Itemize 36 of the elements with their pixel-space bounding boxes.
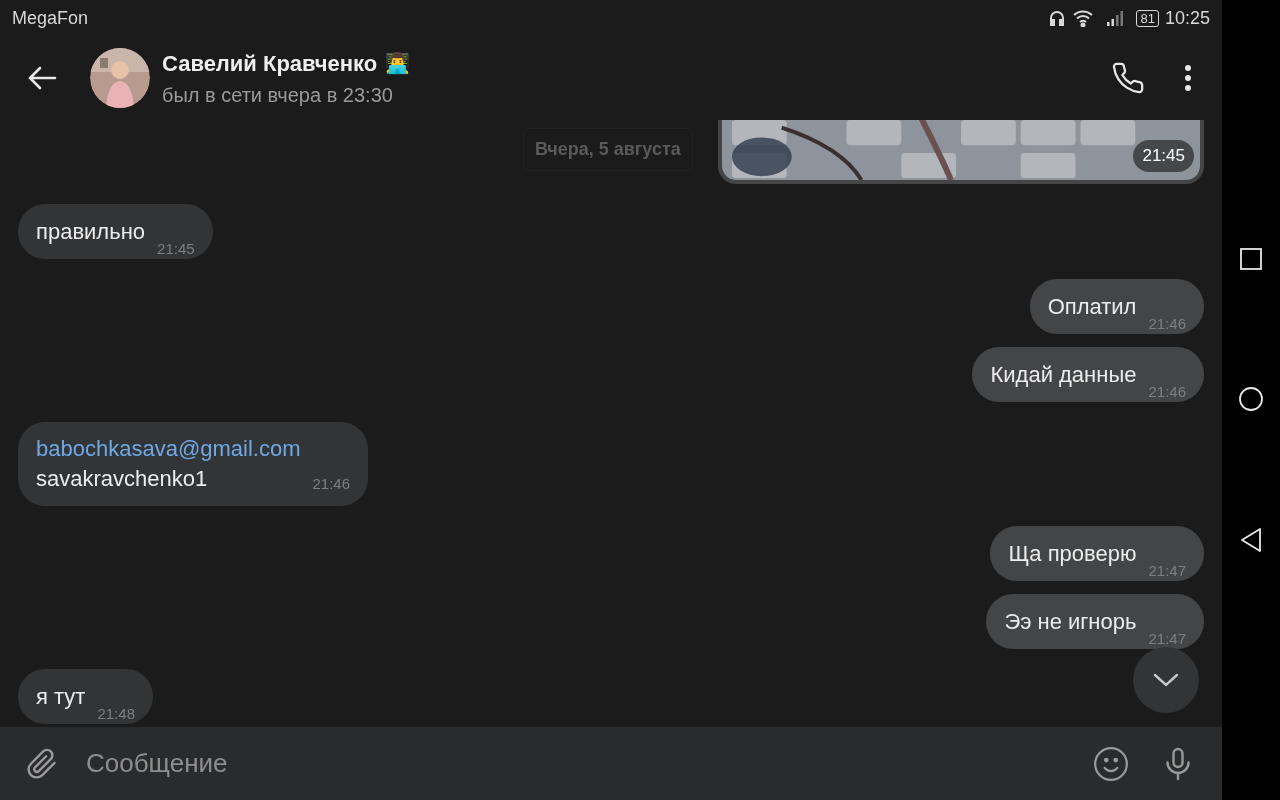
recents-icon[interactable] — [1239, 247, 1263, 271]
message-time: 21:46 — [1148, 381, 1186, 402]
message-text: savakravchenko1 — [36, 465, 209, 493]
message-composer[interactable]: Сообщение — [0, 727, 1222, 800]
back-triangle-icon[interactable] — [1240, 527, 1262, 553]
chevron-down-icon — [1153, 673, 1179, 687]
message-input[interactable]: Сообщение — [86, 744, 1092, 783]
battery-indicator: 81 — [1136, 9, 1159, 27]
wifi-icon — [1072, 9, 1095, 27]
photo-message[interactable]: 21:45 — [718, 120, 1204, 184]
emoji-icon: 👨‍💻 — [385, 48, 411, 78]
carrier-name: MegaFon — [12, 6, 89, 30]
message-text: правильно — [36, 218, 146, 246]
phone-icon — [1111, 61, 1145, 95]
message-time: 21:47 — [1148, 560, 1186, 581]
message-text: Кидай данные — [990, 361, 1137, 389]
message-time: 21:48 — [97, 703, 135, 724]
message-text: Ща проверю — [1008, 540, 1137, 568]
clock-time: 10:25 — [1164, 6, 1210, 30]
message-time: 21:45 — [1133, 140, 1194, 172]
message-text: я тут — [36, 683, 86, 711]
headphones-icon — [1048, 9, 1067, 27]
more-vertical-icon — [1184, 64, 1192, 92]
smiley-icon[interactable] — [1092, 744, 1130, 783]
last-seen-status: был в сети вчера в 23:30 — [162, 82, 394, 108]
message-text: Оплатил — [1047, 293, 1137, 321]
email-link[interactable]: babochkasava@gmail.com — [36, 434, 301, 464]
message-time: 21:47 — [1148, 628, 1186, 649]
back-arrow-icon — [27, 65, 57, 91]
home-icon[interactable] — [1238, 386, 1264, 412]
date-chip: Вчера, 5 августа — [523, 128, 693, 171]
contact-name: Савелий Кравченко — [162, 49, 378, 78]
message-time: 21:46 — [312, 473, 350, 494]
message-time: 21:45 — [157, 238, 195, 259]
message-text: Ээ не игнорь — [1004, 608, 1137, 636]
message-time: 21:46 — [1148, 313, 1186, 334]
